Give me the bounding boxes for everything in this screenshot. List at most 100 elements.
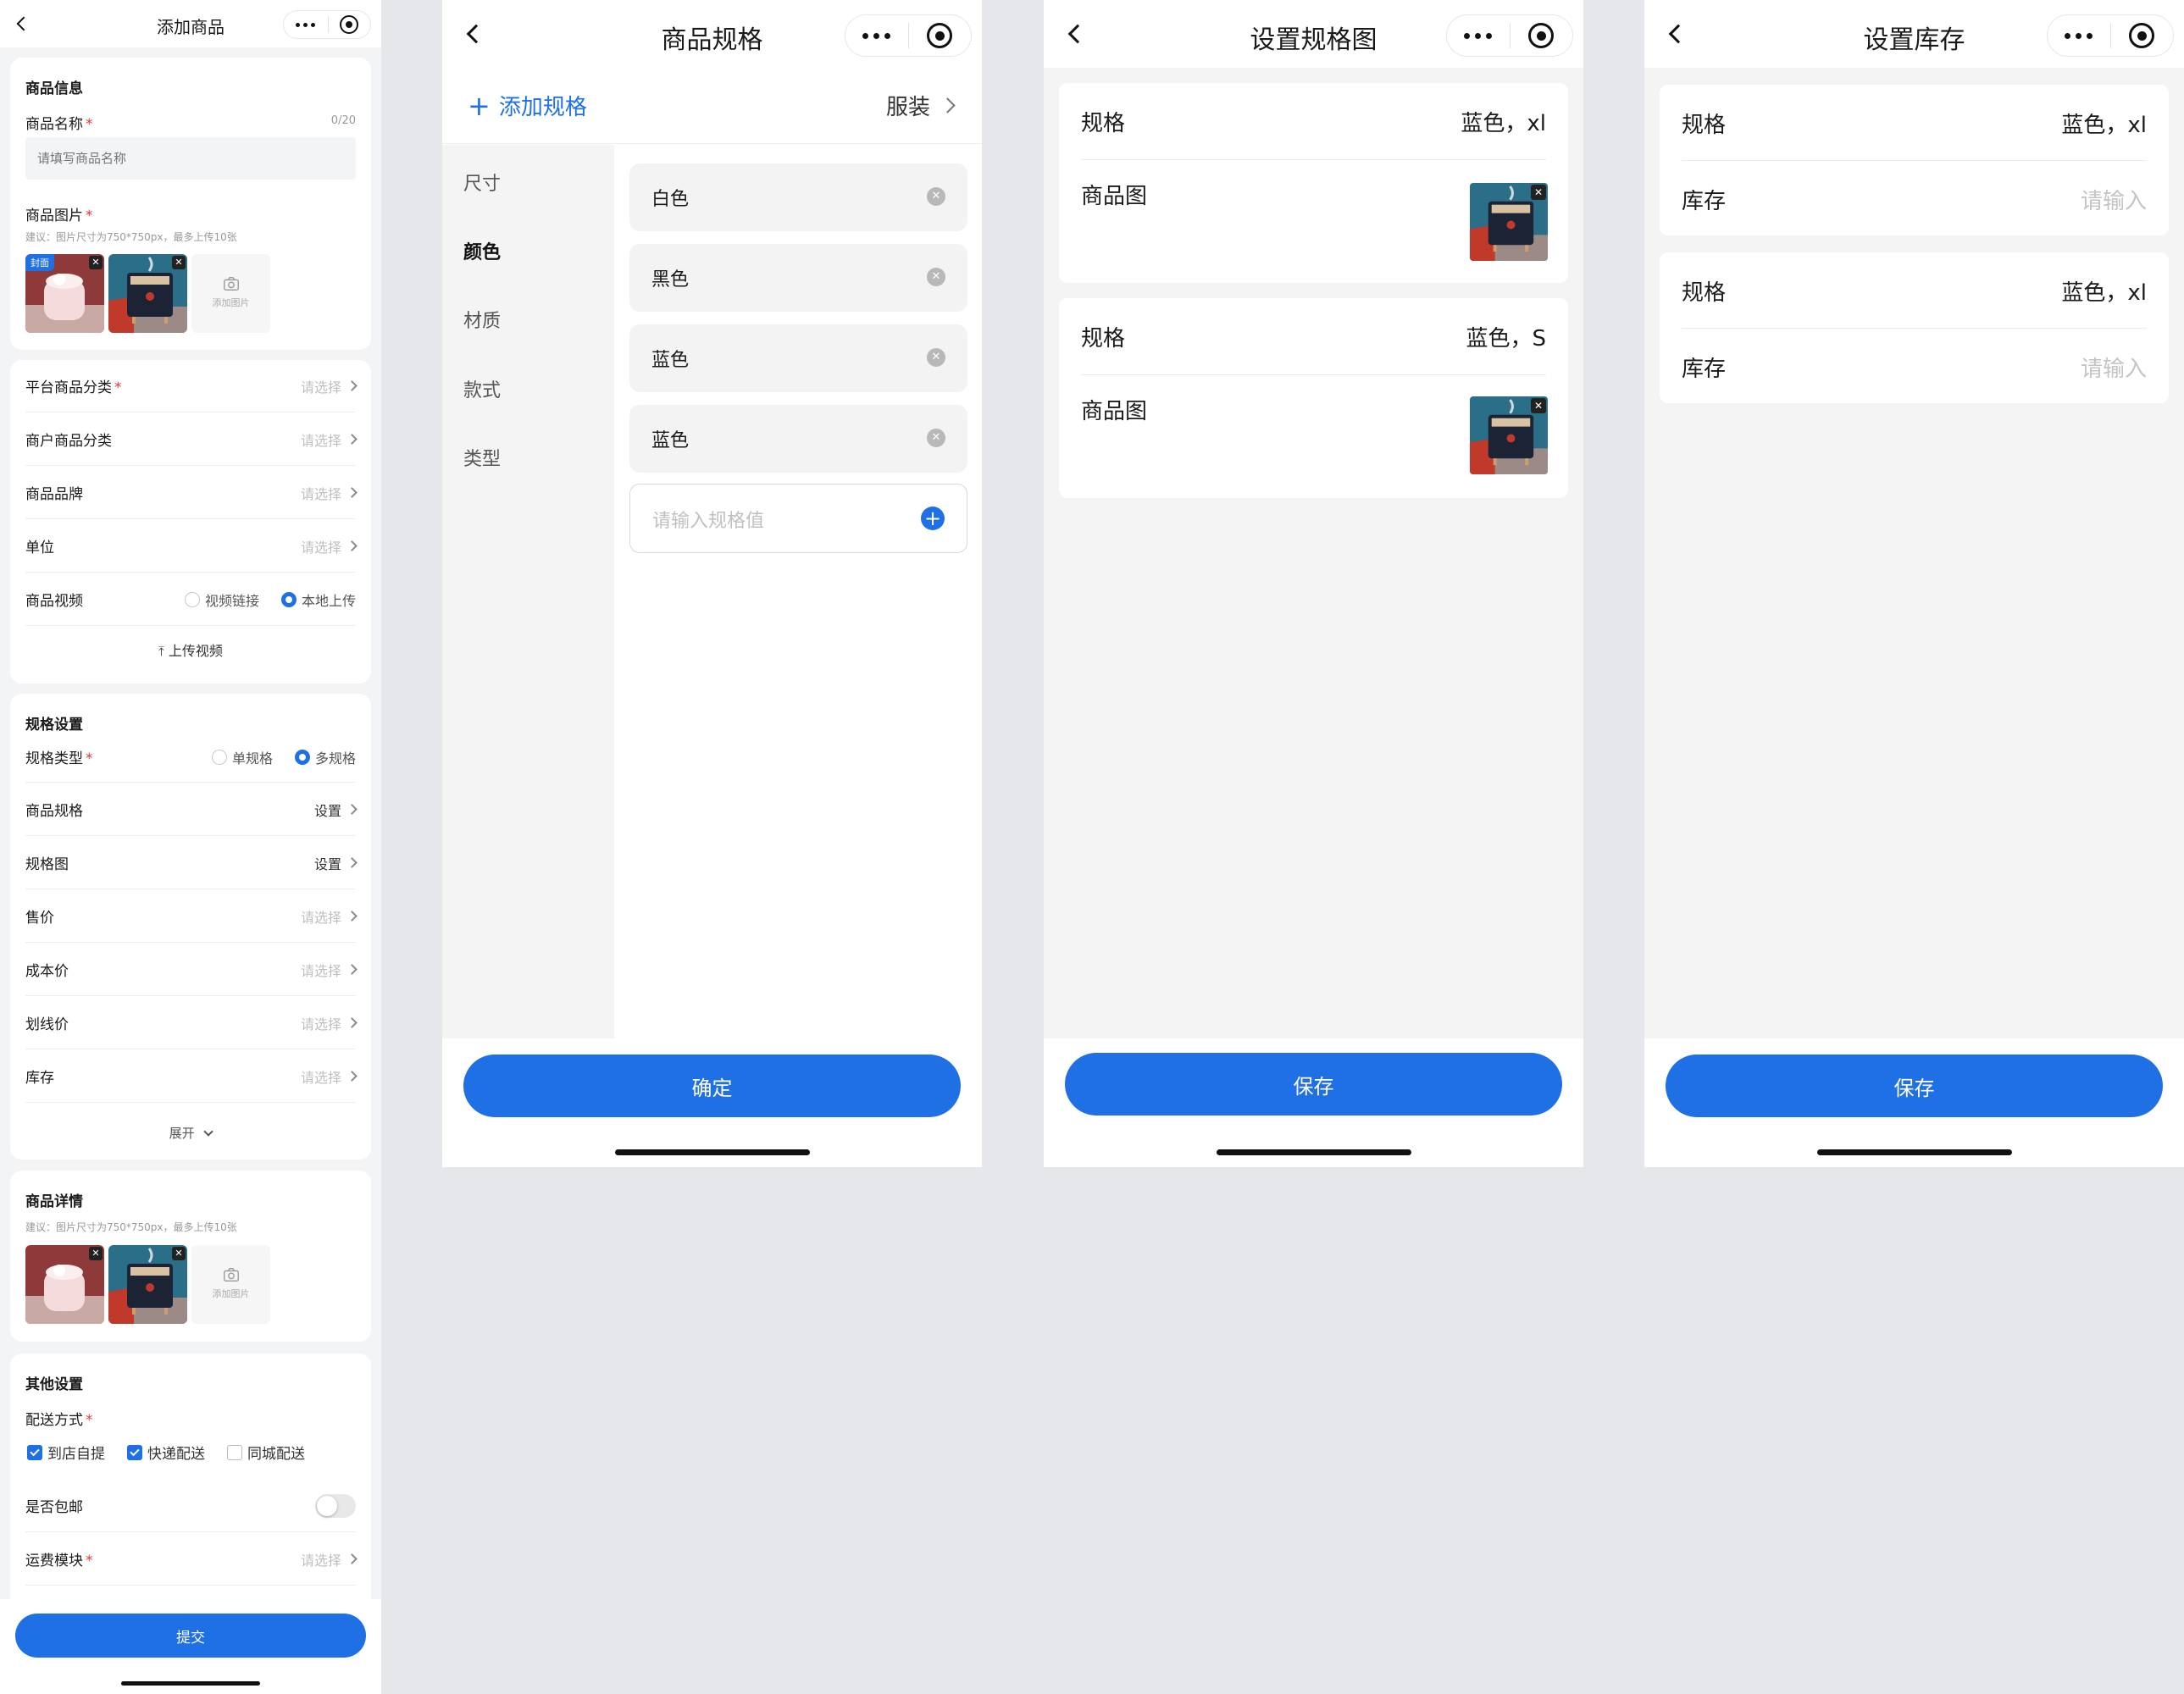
more-icon[interactable] [845,15,908,56]
spec-image-card: 规格 蓝色，xl 商品图 ✕ [1059,83,1568,283]
close-miniapp-icon[interactable] [1528,23,1555,48]
clear-icon[interactable]: ✕ [927,268,945,286]
home-indicator [1217,1149,1411,1155]
spec-product-image[interactable]: ✕ [1470,183,1548,261]
add-spec-button[interactable]: + 添加规格 [468,90,587,121]
dimension-item-active[interactable]: 颜色 [463,237,501,264]
express-checkbox[interactable]: 快递配送 [127,1442,205,1463]
stock-input[interactable]: 请输入 [2081,352,2147,383]
cost-price-row[interactable]: 成本价 请选择 [25,944,358,996]
more-icon[interactable] [2048,15,2110,56]
remove-image-icon[interactable]: ✕ [1531,185,1546,200]
more-icon[interactable] [284,11,328,38]
add-image-button[interactable]: 添加图片 [191,254,270,333]
brand-row[interactable]: 商品品牌 请选择 [25,467,358,519]
row-label: 商品品牌 [25,486,83,503]
dimension-item[interactable]: 材质 [463,306,501,333]
spec-value-label: 黑色 [651,269,690,291]
row-label: 规格类型 [25,750,83,767]
spec-value-item[interactable]: 蓝色 ✕ [629,324,967,392]
detail-image-2[interactable]: ✕ [108,1245,187,1324]
spec-row: 规格 蓝色，xl [1682,108,2147,139]
other-settings-card: 其他设置 配送方式 * 到店自提 快递配送 同城配送 是否包邮 运费模块 * 请选择 [10,1354,371,1599]
upload-video-button[interactable]: ⤒ 上传视频 [10,639,371,660]
stock-input[interactable]: 请输入 [2081,184,2147,215]
video-link-radio[interactable]: 视频链接 [184,590,259,610]
spec-value-label: 白色 [651,189,690,210]
row-value: 请选择 [300,962,341,979]
stock-label: 库存 [1682,189,1727,214]
local-upload-radio[interactable]: 本地上传 [280,590,356,610]
pickup-checkbox[interactable]: 到店自提 [27,1442,105,1463]
section-title: 商品信息 [25,80,83,97]
price-row[interactable]: 售价 请选择 [25,890,358,943]
add-product-screen: 添加商品 商品信息 商品名称* 0/20 商品图片* 建议：图片尺寸为750*7… [0,0,381,1694]
remove-image-icon[interactable]: ✕ [89,1247,103,1260]
expand-button[interactable]: 展开 [10,1124,371,1142]
row-label: 平台商品分类 [25,379,112,396]
free-shipping-toggle[interactable] [315,1493,356,1518]
more-icon[interactable] [1447,15,1510,56]
single-spec-radio[interactable]: 单规格 [211,747,273,767]
freight-row[interactable]: 运费模块 * 请选择 [25,1533,358,1586]
chevron-right-icon [346,434,358,445]
confirm-button[interactable]: 确定 [463,1055,961,1117]
strike-price-row[interactable]: 划线价 请选择 [25,997,358,1049]
add-detail-image-button[interactable]: 添加图片 [191,1245,270,1324]
save-button[interactable]: 保存 [1666,1055,2163,1117]
product-image-1[interactable]: 封面 ✕ [25,254,104,333]
detail-image-1[interactable]: ✕ [25,1245,104,1324]
dimension-item[interactable]: 款式 [463,375,501,402]
row-label: 售价 [25,910,54,927]
stock-row[interactable]: 库存 请选择 [25,1050,358,1103]
platform-category-row[interactable]: 平台商品分类 * 请选择 [25,360,358,412]
unit-row[interactable]: 单位 请选择 [25,520,358,573]
detail-hint: 建议：图片尺寸为750*750px，最多上传10张 [25,1221,237,1233]
product-image-2[interactable]: ✕ [108,254,187,333]
spec-row: 规格 蓝色，xl [1081,106,1546,137]
close-miniapp-icon[interactable] [927,23,953,48]
spec-value-item[interactable]: 黑色 ✕ [629,244,967,312]
merchant-category-row[interactable]: 商户商品分类 请选择 [25,413,358,466]
remove-image-icon[interactable]: ✕ [89,256,103,269]
stock-row[interactable]: 库存 请输入 [1682,184,2147,215]
clear-icon[interactable]: ✕ [927,348,945,367]
submit-button[interactable]: 提交 [15,1614,366,1658]
row-value: 请选择 [300,1016,341,1032]
product-spec-row[interactable]: 商品规格 设置 [25,783,358,836]
product-name-input[interactable] [25,137,356,180]
multi-spec-radio[interactable]: 多规格 [294,747,356,767]
remove-image-icon[interactable]: ✕ [172,1247,186,1260]
chevron-right-icon [346,804,358,815]
spec-value: 蓝色，xl [2061,113,2147,138]
dimension-item[interactable]: 尺寸 [463,169,501,196]
spec-value-item[interactable]: 蓝色 ✕ [629,405,967,473]
save-button[interactable]: 保存 [1065,1053,1562,1115]
dimension-item[interactable]: 类型 [463,444,501,471]
remove-image-icon[interactable]: ✕ [172,256,186,269]
category-selector[interactable]: 服装 [886,90,956,121]
chevron-right-icon [346,487,358,498]
clear-icon[interactable]: ✕ [927,429,945,447]
home-indicator [121,1681,260,1686]
spec-product-image[interactable]: ✕ [1470,396,1548,474]
spec-row: 规格 蓝色，xl [1682,275,2147,307]
spec-value-input[interactable]: 请输入规格值 + [629,484,967,553]
spec-value-item[interactable]: 白色 ✕ [629,163,967,231]
stock-row[interactable]: 库存 请输入 [1682,352,2147,383]
same-city-checkbox[interactable]: 同城配送 [227,1442,305,1463]
row-value: 请选择 [300,909,341,926]
add-value-icon[interactable]: + [921,507,945,530]
close-miniapp-icon[interactable] [2129,23,2155,48]
close-miniapp-icon[interactable] [340,15,359,34]
free-shipping-row: 是否包邮 [25,1480,356,1532]
row-label: 单位 [25,540,54,556]
clear-icon[interactable]: ✕ [927,187,945,206]
plus-icon: + [468,89,491,122]
nav-bar: 商品规格 [442,0,982,68]
spec-image-row[interactable]: 规格图 设置 [25,837,358,889]
delivery-options: 到店自提 快递配送 同城配送 [27,1442,305,1463]
remove-image-icon[interactable]: ✕ [1531,398,1546,413]
section-title: 商品详情 [25,1193,83,1210]
home-indicator [615,1149,810,1155]
